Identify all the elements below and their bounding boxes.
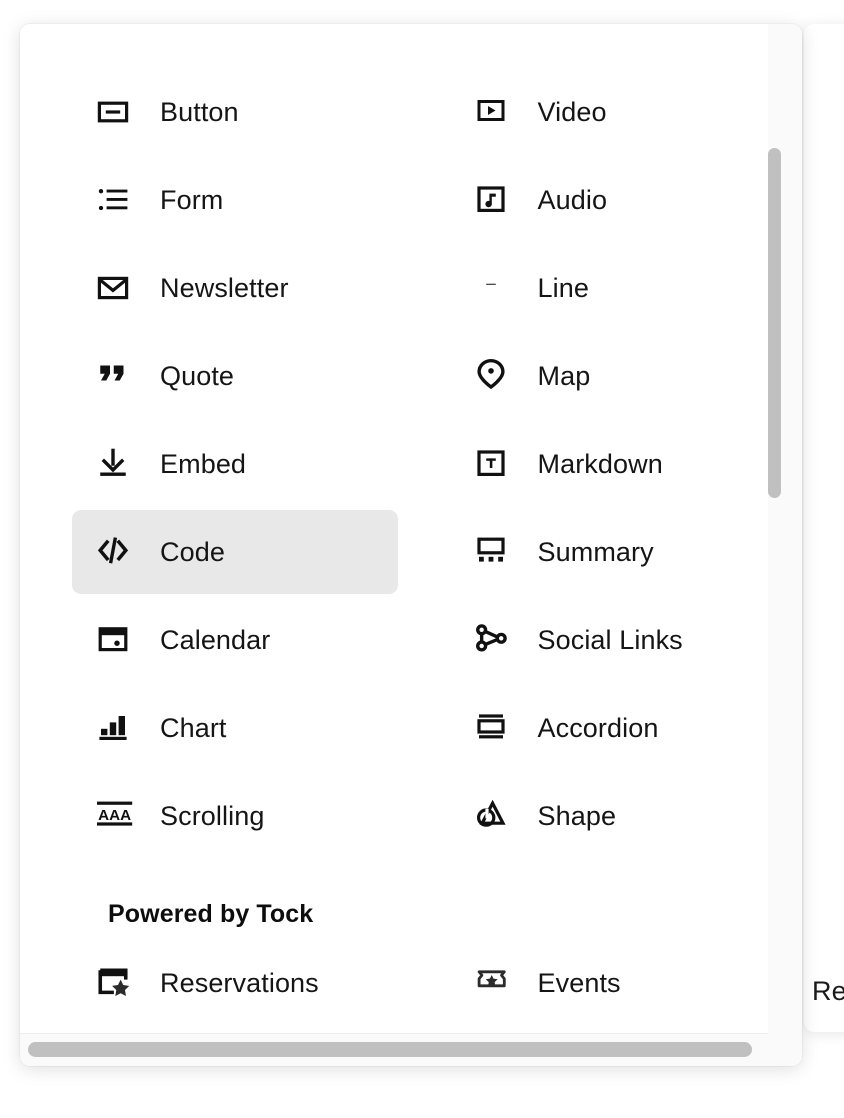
block-item-label: Markdown	[538, 451, 663, 478]
block-item-code[interactable]: Code	[72, 510, 398, 594]
block-item-form[interactable]: Form	[72, 158, 398, 242]
block-item-label: Embed	[160, 451, 246, 478]
background-panel-clipped-label: Re	[812, 976, 844, 1007]
block-item-scrolling[interactable]: AAA Scrolling	[72, 774, 398, 858]
block-item-events[interactable]: Events	[450, 941, 776, 1025]
block-item-label: Line	[538, 275, 589, 302]
button-icon	[92, 91, 134, 133]
block-item-line[interactable]: Line	[450, 246, 776, 330]
block-row: Calendar Social Links	[20, 598, 775, 686]
block-item-label: Newsletter	[160, 275, 289, 302]
events-icon	[470, 962, 512, 1004]
block-row: Button Video	[20, 70, 775, 158]
map-icon	[470, 355, 512, 397]
background-panel	[804, 24, 844, 1032]
block-row: Reservations Events	[20, 941, 775, 1029]
block-item-embed[interactable]: Embed	[72, 422, 398, 506]
vertical-scrollbar-thumb[interactable]	[768, 148, 781, 498]
block-item-label: Chart	[160, 715, 227, 742]
block-item-accordion[interactable]: Accordion	[450, 686, 776, 770]
accordion-icon	[470, 707, 512, 749]
block-row: AAA Scrolling Shape	[20, 774, 775, 862]
code-icon	[92, 531, 134, 573]
block-item-label: Audio	[538, 187, 608, 214]
video-icon	[470, 91, 512, 133]
block-item-label: Scrolling	[160, 803, 264, 830]
block-row: Form Audio	[20, 158, 775, 246]
summary-icon	[470, 531, 512, 573]
block-row: Code Summary	[20, 510, 775, 598]
calendar-icon	[92, 619, 134, 661]
form-icon	[92, 179, 134, 221]
block-item-label: Summary	[538, 539, 654, 566]
embed-icon	[92, 443, 134, 485]
screen: Re Button Video Form Audio Newsletter Line Quo…	[0, 0, 844, 1118]
line-icon	[470, 267, 512, 309]
scrolling-icon: AAA	[92, 795, 134, 837]
block-item-label: Social Links	[538, 627, 683, 654]
block-item-label: Quote	[160, 363, 234, 390]
block-item-label: Events	[538, 970, 621, 997]
block-item-label: Reservations	[160, 970, 319, 997]
block-item-label: Map	[538, 363, 591, 390]
block-item-label: Form	[160, 187, 223, 214]
block-item-newsletter[interactable]: Newsletter	[72, 246, 398, 330]
block-row: Chart Accordion	[20, 686, 775, 774]
block-item-summary[interactable]: Summary	[450, 510, 776, 594]
reservations-icon	[92, 962, 134, 1004]
block-item-label: Shape	[538, 803, 617, 830]
chart-icon	[92, 707, 134, 749]
block-row: Embed Markdown	[20, 422, 775, 510]
block-row: Newsletter Line	[20, 246, 775, 334]
block-item-markdown[interactable]: Markdown	[450, 422, 776, 506]
horizontal-scrollbar-thumb[interactable]	[28, 1042, 752, 1057]
horizontal-scrollbar-track[interactable]	[20, 1034, 802, 1066]
markdown-icon	[470, 443, 512, 485]
block-item-map[interactable]: Map	[450, 334, 776, 418]
block-item-shape[interactable]: Shape	[450, 774, 776, 858]
block-item-calendar[interactable]: Calendar	[72, 598, 398, 682]
block-item-reservations[interactable]: Reservations	[72, 941, 398, 1025]
vertical-scrollbar-track[interactable]	[768, 24, 794, 1034]
svg-text:AAA: AAA	[98, 807, 131, 824]
block-item-label: Calendar	[160, 627, 270, 654]
block-item-button[interactable]: Button	[72, 70, 398, 154]
quote-icon	[92, 355, 134, 397]
social-links-icon	[470, 619, 512, 661]
block-item-chart[interactable]: Chart	[72, 686, 398, 770]
block-item-social-links[interactable]: Social Links	[450, 598, 776, 682]
block-item-label: Video	[538, 99, 607, 126]
newsletter-icon	[92, 267, 134, 309]
block-item-label: Code	[160, 539, 225, 566]
block-item-video[interactable]: Video	[450, 70, 776, 154]
block-item-label: Accordion	[538, 715, 659, 742]
block-item-audio[interactable]: Audio	[450, 158, 776, 242]
block-picker-popover: Button Video Form Audio Newsletter Line Quote M…	[20, 24, 802, 1066]
block-item-quote[interactable]: Quote	[72, 334, 398, 418]
block-item-label: Button	[160, 99, 239, 126]
audio-icon	[470, 179, 512, 221]
section-title: Powered by Tock	[108, 900, 775, 929]
block-grid: Button Video Form Audio Newsletter Line Quote M…	[20, 24, 775, 1029]
block-row: Quote Map	[20, 334, 775, 422]
block-list-surface: Button Video Form Audio Newsletter Line Quote M…	[20, 24, 775, 1034]
shape-icon	[470, 795, 512, 837]
